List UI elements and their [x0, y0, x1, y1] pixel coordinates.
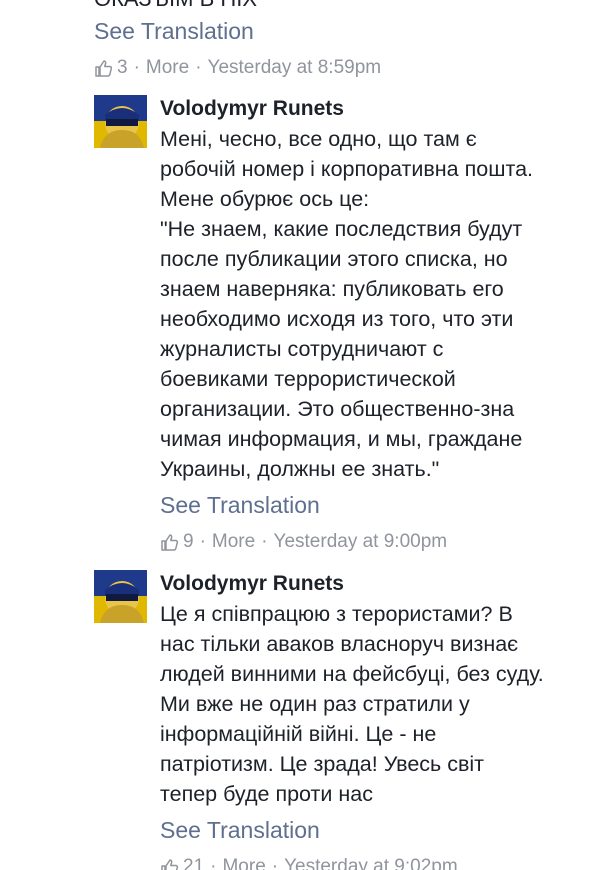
see-translation-link[interactable]: See Translation	[94, 18, 254, 45]
separator: ·	[210, 856, 217, 870]
comment-line: патріотизм. Це зрада! Увесь світ	[160, 752, 485, 776]
separator: ·	[271, 856, 279, 870]
comment-meta: 3 · More · Yesterday at 8:59pm	[94, 57, 381, 79]
like-count: 3	[117, 57, 128, 78]
more-link[interactable]: More	[222, 856, 265, 870]
comment-line: Ми вже не один раз стратили у	[160, 692, 470, 716]
comment-line: чимая информация, и мы, граждане	[160, 427, 523, 451]
comment-line: Мені, чесно, все одно, що там є	[160, 127, 477, 151]
comment-author[interactable]: Volodymyr Runets	[160, 572, 344, 596]
comment-line: знаем наверняка: публиковать его	[160, 277, 504, 301]
comment-line: робочій номер і корпоративна пошта.	[160, 157, 533, 181]
comment-line: боевиками террористической	[160, 367, 456, 391]
comment-body: Це я співпрацюю з терористами? В нас тіл…	[160, 599, 544, 809]
comment-thread: ОКАЗЪІМ В НІХ See Translation 3 · More ·…	[0, 0, 600, 870]
avatar[interactable]	[94, 570, 147, 623]
comment-line: необходимо исходя из того, что эти	[160, 307, 514, 331]
comment-line: "Не знаем, какие последствия будут	[160, 217, 523, 241]
comment-line: Украины, должны ее знать."	[160, 457, 440, 481]
separator: ·	[199, 531, 206, 552]
comment-line: Це я співпрацюю з терористами? В	[160, 602, 513, 626]
separator: ·	[261, 531, 268, 552]
avatar[interactable]	[94, 95, 147, 148]
thumbs-up-icon[interactable]	[160, 858, 179, 870]
comment-line: организации. Это общественно-зна	[160, 397, 515, 421]
comment-meta: 21 · More · Yesterday at 9:02pm	[160, 856, 458, 870]
like-count: 21	[183, 856, 205, 870]
comment-line: журналисты сотрудничают с	[160, 337, 444, 361]
comment-meta: 9 · More · Yesterday at 9:00pm	[160, 531, 447, 553]
like-count: 9	[183, 531, 194, 552]
comment-timestamp[interactable]: Yesterday at 9:00pm	[274, 531, 448, 553]
thumbs-up-icon[interactable]	[160, 533, 179, 552]
comment-line: нас тільки аваков власноруч визнає	[160, 632, 519, 656]
comment-timestamp[interactable]: Yesterday at 9:02pm	[284, 856, 458, 870]
more-link[interactable]: More	[212, 531, 255, 553]
comment-line: людей винними на фейсбуці, без суду.	[160, 662, 544, 686]
separator: ·	[133, 57, 140, 78]
comment-author[interactable]: Volodymyr Runets	[160, 97, 344, 121]
thumbs-up-icon[interactable]	[94, 59, 113, 78]
comment-timestamp[interactable]: Yesterday at 8:59pm	[208, 57, 382, 79]
comment-line: после публикации этого списка, но	[160, 247, 508, 271]
separator: ·	[195, 57, 202, 78]
more-link[interactable]: More	[146, 57, 189, 79]
comment-line: інформаційній війні. Це - не	[160, 722, 437, 746]
see-translation-link[interactable]: See Translation	[160, 817, 320, 844]
comment-body: Мені, чесно, все одно, що там є робочій …	[160, 124, 533, 484]
comment-line: Мене обурює ось це:	[160, 187, 370, 211]
see-translation-link[interactable]: See Translation	[160, 492, 320, 519]
previous-comment-text: ОКАЗЪІМ В НІХ	[94, 0, 257, 12]
comment-line: тепер буде проти нас	[160, 782, 373, 806]
